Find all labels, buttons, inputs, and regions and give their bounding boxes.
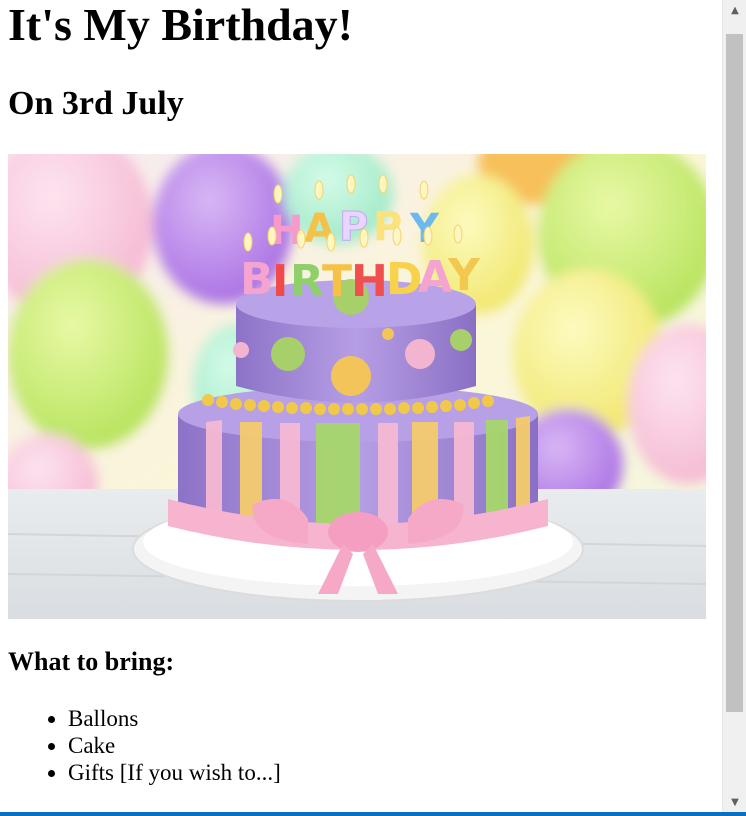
svg-text:I: I (272, 256, 288, 307)
scroll-up-arrow-icon[interactable]: ▲ (723, 0, 746, 20)
svg-text:H: H (351, 256, 388, 307)
bring-list: Ballons Cake Gifts [If you wish to...] (8, 705, 281, 786)
svg-text:Y: Y (409, 206, 440, 252)
page-title: It's My Birthday! (8, 0, 353, 50)
list-item: Ballons (68, 705, 281, 732)
list-item: Gifts [If you wish to...] (68, 759, 281, 786)
birthday-cake-image: H A P P Y B I R T H D A Y (8, 154, 706, 619)
svg-text:Y: Y (447, 250, 481, 301)
page-subtitle: On 3rd July (8, 85, 184, 122)
svg-text:B: B (240, 254, 274, 305)
list-item: Cake (68, 732, 281, 759)
svg-text:R: R (290, 256, 324, 307)
page-viewport: It's My Birthday! On 3rd July H A P P Y … (0, 0, 722, 812)
window-bottom-accent-bar (0, 812, 746, 816)
scroll-down-arrow-icon[interactable]: ▼ (723, 792, 746, 812)
scroll-thumb[interactable] (726, 34, 743, 712)
bring-heading: What to bring: (8, 647, 175, 676)
vertical-scrollbar[interactable]: ▲ ▼ (722, 0, 746, 812)
svg-text:A: A (418, 252, 452, 303)
svg-text:T: T (322, 256, 352, 307)
